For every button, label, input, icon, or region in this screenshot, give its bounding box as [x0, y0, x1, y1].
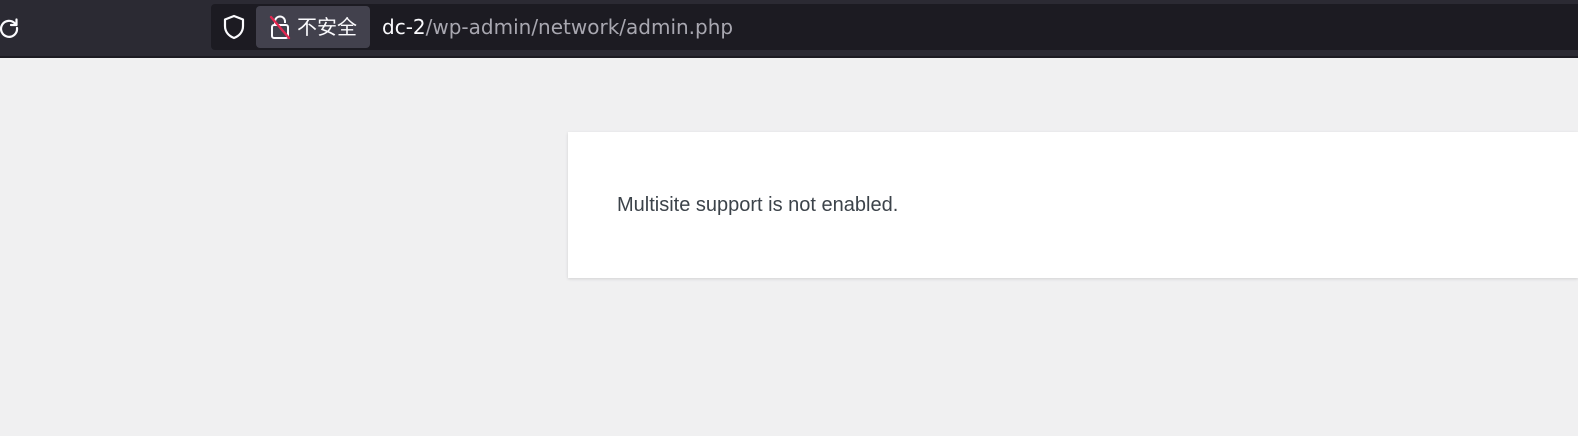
- url-text[interactable]: dc-2/wp-admin/network/admin.php: [382, 6, 733, 48]
- error-message: Multisite support is not enabled.: [617, 194, 899, 216]
- browser-toolbar: 不安全 dc-2/wp-admin/network/admin.php: [0, 0, 1578, 56]
- insecure-lock-icon: [268, 14, 292, 40]
- security-label: 不安全: [297, 15, 357, 39]
- site-security-indicator[interactable]: 不安全: [256, 6, 370, 48]
- tracking-protection-shield-icon[interactable]: [221, 13, 247, 41]
- url-host: dc-2: [382, 15, 426, 39]
- reload-icon[interactable]: [0, 14, 24, 42]
- url-path: /wp-admin/network/admin.php: [425, 15, 734, 39]
- page-content: Multisite support is not enabled.: [0, 58, 1578, 436]
- message-box: Multisite support is not enabled.: [568, 132, 1578, 278]
